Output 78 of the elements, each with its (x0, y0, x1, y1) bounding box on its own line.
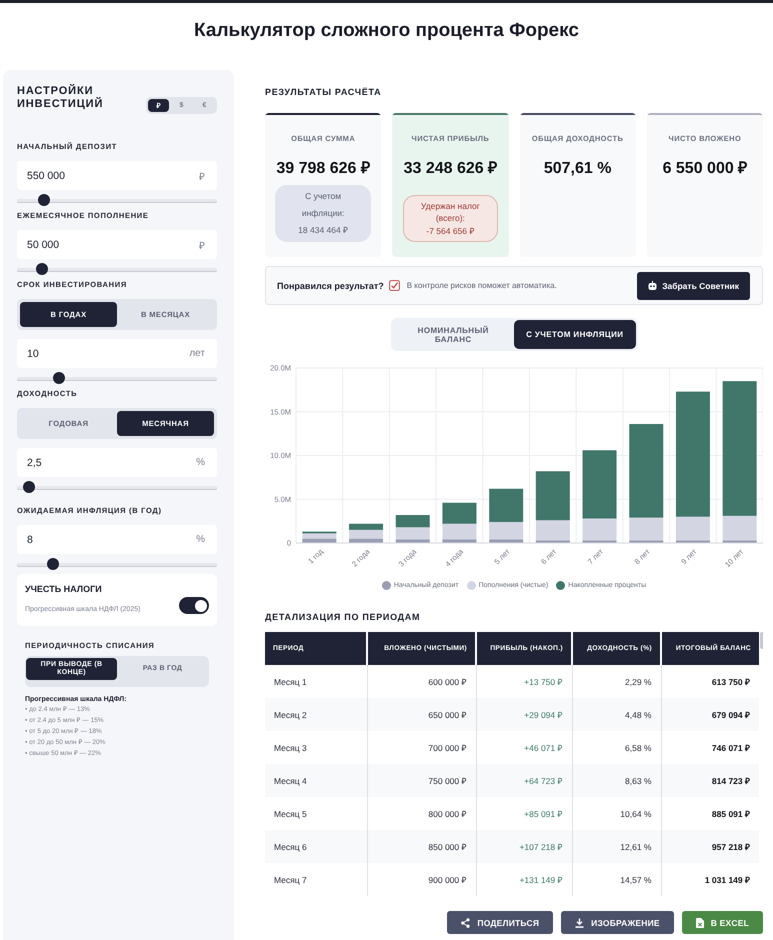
slider-track[interactable] (17, 263, 217, 275)
table-cell: 14,57 % (572, 863, 661, 896)
table-cell: 8,63 % (572, 764, 661, 797)
slider-thumb[interactable] (52, 372, 65, 384)
check-box-icon (388, 280, 400, 291)
slider-track[interactable] (17, 558, 217, 570)
table-cell: +131 149 ₽ (476, 863, 572, 896)
table-cell: 800 000 ₽ (367, 797, 476, 830)
tax-withheld-note: Удержан налог (всего): -7 564 656 ₽ (403, 194, 498, 242)
toggle-option[interactable]: НОМИНАЛЬНЫЙ БАЛАНС (392, 320, 514, 349)
table-cell: +85 091 ₽ (476, 797, 572, 830)
table-cell: Месяц 4 (265, 764, 367, 797)
table-cell: 885 091 ₽ (661, 797, 759, 830)
excel-export-button[interactable]: В EXCEL (682, 911, 763, 934)
number-input[interactable]: 2,5 % (17, 448, 217, 477)
table-cell: 750 000 ₽ (367, 764, 476, 797)
table-cell: 6,58 % (572, 731, 661, 764)
table-cell: 10,64 % (572, 797, 661, 830)
robot-icon (648, 281, 658, 290)
card-value: 39 798 626 ₽ (276, 159, 370, 179)
table-cell: +13 750 ₽ (476, 665, 572, 698)
number-input[interactable]: 50 000 ₽ (17, 230, 217, 259)
table-cell: +46 071 ₽ (476, 731, 572, 764)
scrollbar-thumb[interactable] (760, 632, 763, 649)
table-cell: 746 071 ₽ (661, 731, 759, 764)
slider-track[interactable] (17, 194, 217, 206)
promo-question: Понравился результат? (277, 280, 384, 290)
panel-title: НАСТРОЙКИ ИНВЕСТИЦИЙ (17, 85, 104, 110)
table-cell: 900 000 ₽ (367, 863, 476, 896)
table-cell: +107 218 ₽ (476, 830, 572, 863)
image-export-button[interactable]: ИЗОБРАЖЕНИЕ (561, 911, 674, 934)
number-input[interactable]: 10 лет (17, 339, 217, 368)
table-cell: 850 000 ₽ (367, 830, 476, 863)
page-title: Калькулятор сложного процента Форекс (194, 19, 579, 43)
card-value: 6 550 000 ₽ (662, 159, 748, 179)
advisor-button[interactable]: Забрать Советник (637, 272, 750, 300)
chart-bar (396, 515, 430, 528)
section-title: ДЕТАЛИЗАЦИЯ ПО ПЕРИОДАМ (265, 612, 420, 622)
table-cell: 2,29 % (572, 665, 661, 698)
slider-track[interactable] (17, 372, 217, 384)
table-cell: 814 723 ₽ (661, 764, 759, 797)
download-icon (575, 918, 584, 928)
card-value: 507,61 % (544, 159, 612, 179)
table-cell: Месяц 6 (265, 830, 367, 863)
section-title: РЕЗУЛЬТАТЫ РАСЧЁТА (265, 87, 382, 97)
slider-thumb[interactable] (47, 558, 60, 570)
promo-text: В контроле рисков поможет автоматика. (406, 281, 557, 290)
table-cell: 1 031 149 ₽ (661, 863, 759, 896)
number-input[interactable]: 8 % (17, 525, 217, 554)
slider-track[interactable] (17, 481, 217, 493)
toggle-option[interactable]: С УЧЕТОМ ИНФЛЯЦИИ (514, 320, 636, 349)
table-cell: Месяц 3 (265, 731, 367, 764)
number-input[interactable]: 550 000 ₽ (17, 161, 217, 190)
slider-thumb[interactable] (38, 194, 50, 206)
table-cell: Месяц 7 (265, 863, 367, 896)
table-cell: Месяц 1 (265, 665, 367, 698)
slider-thumb[interactable] (36, 263, 48, 275)
spreadsheet-file-icon (696, 918, 704, 928)
table-cell: 650 000 ₽ (367, 698, 476, 731)
chart-bar (442, 502, 476, 524)
table-cell: +64 723 ₽ (476, 764, 572, 797)
table-cell: 613 750 ₽ (661, 665, 759, 698)
adjusted-total-note: С учетом инфляции: 18 434 464 ₽ (275, 185, 372, 242)
table-cell: 4,48 % (572, 698, 661, 731)
table-cell: Месяц 2 (265, 698, 367, 731)
share-icon (461, 918, 470, 928)
table-cell: Месяц 5 (265, 797, 367, 830)
tax-title: УЧЕСТЬ НАЛОГИ (25, 583, 102, 595)
slider-thumb[interactable] (22, 481, 35, 493)
table-cell: 600 000 ₽ (367, 665, 476, 698)
share-button[interactable]: ПОДЕЛИТЬСЯ (447, 911, 554, 934)
table-cell: 700 000 ₽ (367, 731, 476, 764)
table-cell: 679 094 ₽ (661, 698, 759, 731)
table-cell: 957 218 ₽ (661, 830, 759, 863)
tax-switch[interactable] (179, 597, 209, 614)
card-value: 33 248 626 ₽ (404, 159, 498, 179)
table-cell: +29 094 ₽ (476, 698, 572, 731)
table-cell: 12,61 % (572, 830, 661, 863)
